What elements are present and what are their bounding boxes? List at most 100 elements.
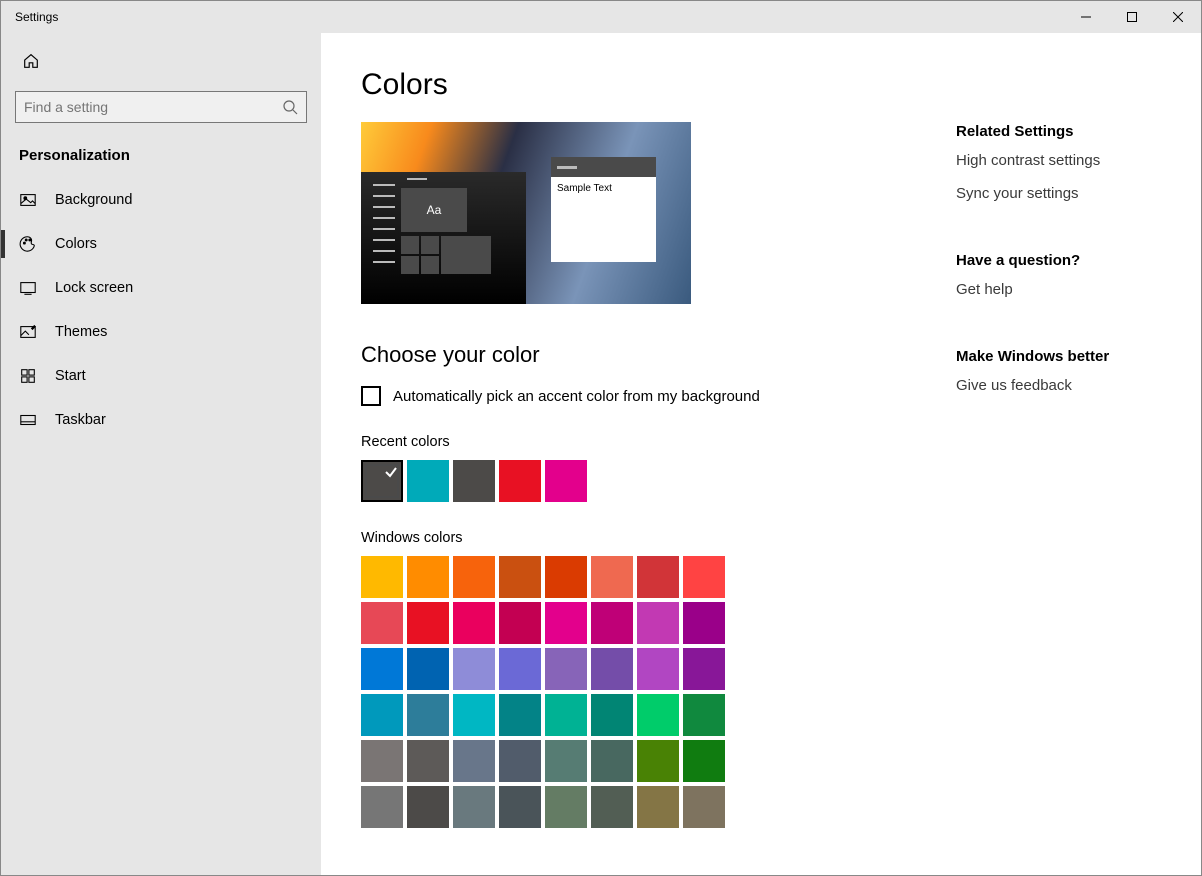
windows-color-swatch[interactable]: [637, 648, 679, 690]
recent-colors-label: Recent colors: [361, 434, 916, 450]
windows-color-swatch[interactable]: [407, 786, 449, 828]
themes-icon: [19, 323, 37, 341]
windows-color-swatch[interactable]: [591, 556, 633, 598]
windows-colors-grid: [361, 556, 916, 828]
windows-color-swatch[interactable]: [361, 648, 403, 690]
windows-color-swatch[interactable]: [361, 602, 403, 644]
windows-color-swatch[interactable]: [591, 786, 633, 828]
windows-colors-label: Windows colors: [361, 530, 916, 546]
category-label: Personalization: [1, 137, 321, 178]
windows-color-swatch[interactable]: [591, 694, 633, 736]
recent-color-swatch[interactable]: [361, 460, 403, 502]
check-icon: [383, 464, 399, 480]
lockscreen-icon: [19, 279, 37, 297]
windows-color-swatch[interactable]: [499, 694, 541, 736]
sidebar-item-background[interactable]: Background: [1, 178, 321, 222]
sidebar-item-themes[interactable]: Themes: [1, 310, 321, 354]
windows-color-swatch[interactable]: [545, 694, 587, 736]
windows-color-swatch[interactable]: [683, 556, 725, 598]
windows-color-swatch[interactable]: [499, 740, 541, 782]
windows-color-swatch[interactable]: [407, 694, 449, 736]
titlebar: Settings: [1, 1, 1201, 33]
sidebar-item-label: Taskbar: [55, 412, 106, 428]
better-heading: Make Windows better: [956, 348, 1161, 365]
windows-color-swatch[interactable]: [407, 648, 449, 690]
windows-color-swatch[interactable]: [591, 740, 633, 782]
related-link[interactable]: High contrast settings: [956, 152, 1161, 169]
related-link[interactable]: Sync your settings: [956, 185, 1161, 202]
windows-color-swatch[interactable]: [499, 556, 541, 598]
windows-color-swatch[interactable]: [407, 602, 449, 644]
page-title: Colors: [361, 68, 916, 102]
windows-color-swatch[interactable]: [637, 556, 679, 598]
preview-sample-text: Sample Text: [551, 177, 656, 200]
windows-color-swatch[interactable]: [545, 648, 587, 690]
windows-color-swatch[interactable]: [545, 786, 587, 828]
search-icon: [282, 99, 298, 115]
get-help-link[interactable]: Get help: [956, 281, 1161, 298]
windows-color-swatch[interactable]: [545, 740, 587, 782]
windows-color-swatch[interactable]: [545, 602, 587, 644]
windows-color-swatch[interactable]: [453, 786, 495, 828]
sidebar-item-label: Themes: [55, 324, 107, 340]
sidebar-item-taskbar[interactable]: Taskbar: [1, 398, 321, 442]
recent-color-swatch[interactable]: [453, 460, 495, 502]
maximize-button[interactable]: [1109, 1, 1155, 33]
home-button[interactable]: [11, 41, 51, 81]
windows-color-swatch[interactable]: [407, 740, 449, 782]
windows-color-swatch[interactable]: [683, 786, 725, 828]
windows-color-swatch[interactable]: [637, 740, 679, 782]
recent-color-swatch[interactable]: [407, 460, 449, 502]
sidebar-item-label: Background: [55, 192, 132, 208]
windows-color-swatch[interactable]: [453, 602, 495, 644]
windows-color-swatch[interactable]: [683, 648, 725, 690]
windows-color-swatch[interactable]: [683, 740, 725, 782]
windows-color-swatch[interactable]: [453, 556, 495, 598]
start-icon: [19, 367, 37, 385]
windows-color-swatch[interactable]: [499, 602, 541, 644]
recent-colors-row: [361, 460, 916, 502]
preview-tile-aa: Aa: [401, 188, 467, 232]
windows-color-swatch[interactable]: [407, 556, 449, 598]
sidebar-item-label: Start: [55, 368, 86, 384]
windows-color-swatch[interactable]: [683, 602, 725, 644]
feedback-link[interactable]: Give us feedback: [956, 377, 1161, 394]
windows-color-swatch[interactable]: [453, 648, 495, 690]
sidebar-item-lock-screen[interactable]: Lock screen: [1, 266, 321, 310]
window-title: Settings: [1, 10, 321, 24]
related-aside: Related Settings High contrast settings S…: [916, 68, 1161, 875]
sidebar-item-label: Lock screen: [55, 280, 133, 296]
close-button[interactable]: [1155, 1, 1201, 33]
question-heading: Have a question?: [956, 252, 1161, 269]
windows-color-swatch[interactable]: [361, 556, 403, 598]
sidebar-item-colors[interactable]: Colors: [1, 222, 321, 266]
windows-color-swatch[interactable]: [591, 648, 633, 690]
taskbar-icon: [19, 411, 37, 429]
color-preview: Aa Sample Text: [361, 122, 691, 304]
windows-color-swatch[interactable]: [499, 648, 541, 690]
sidebar-item-label: Colors: [55, 236, 97, 252]
windows-color-swatch[interactable]: [637, 694, 679, 736]
windows-color-swatch[interactable]: [361, 786, 403, 828]
auto-pick-checkbox[interactable]: [361, 386, 381, 406]
minimize-button[interactable]: [1063, 1, 1109, 33]
windows-color-swatch[interactable]: [545, 556, 587, 598]
windows-color-swatch[interactable]: [453, 694, 495, 736]
sidebar: Personalization Background Colors Lock scr…: [1, 33, 321, 875]
recent-color-swatch[interactable]: [545, 460, 587, 502]
windows-color-swatch[interactable]: [453, 740, 495, 782]
sidebar-item-start[interactable]: Start: [1, 354, 321, 398]
windows-color-swatch[interactable]: [361, 740, 403, 782]
windows-color-swatch[interactable]: [361, 694, 403, 736]
windows-color-swatch[interactable]: [591, 602, 633, 644]
recent-color-swatch[interactable]: [499, 460, 541, 502]
windows-color-swatch[interactable]: [499, 786, 541, 828]
windows-color-swatch[interactable]: [637, 786, 679, 828]
windows-color-swatch[interactable]: [637, 602, 679, 644]
picture-icon: [19, 191, 37, 209]
choose-color-heading: Choose your color: [361, 342, 916, 368]
related-settings-heading: Related Settings: [956, 123, 1161, 140]
auto-pick-label: Automatically pick an accent color from …: [393, 388, 760, 405]
windows-color-swatch[interactable]: [683, 694, 725, 736]
search-input[interactable]: [15, 91, 307, 123]
